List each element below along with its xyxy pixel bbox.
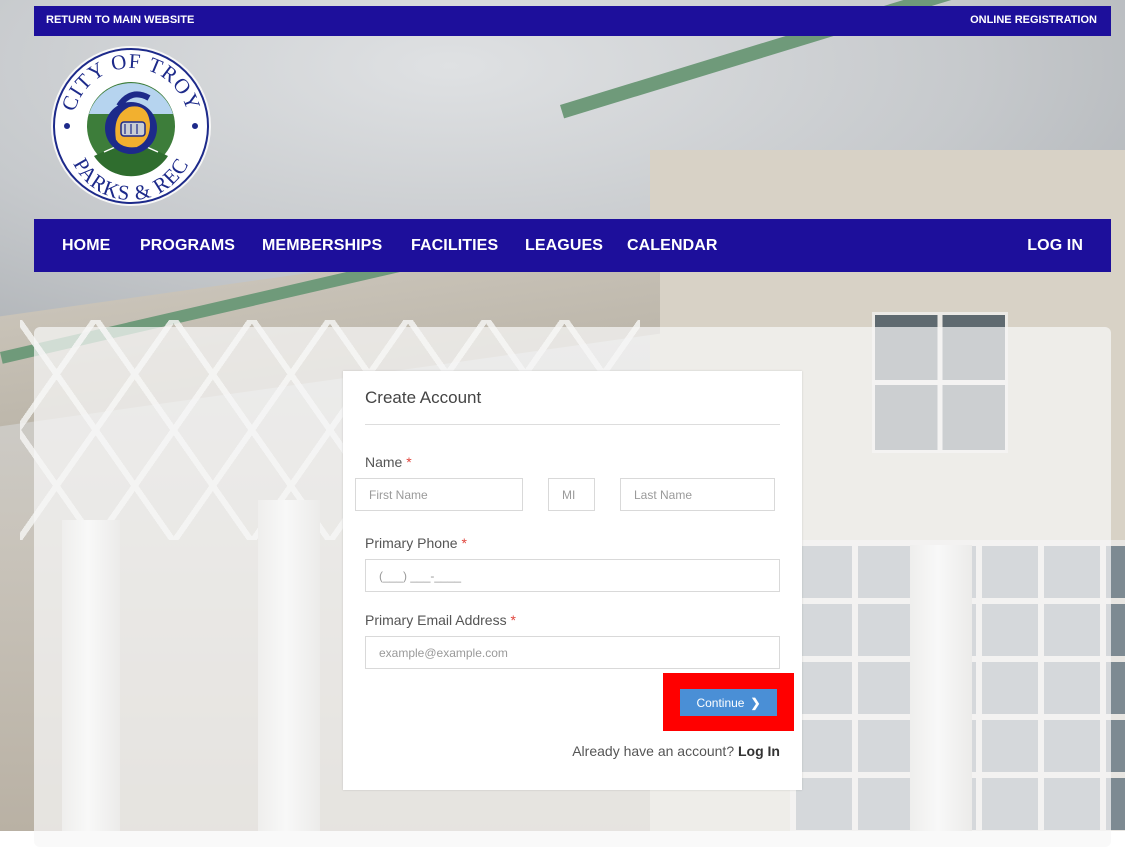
required-mark: * [461, 535, 467, 551]
middle-initial-input[interactable] [548, 478, 595, 511]
city-of-troy-parks-logo[interactable]: CITY OF TROY PARKS & REC [49, 44, 213, 208]
continue-highlight-box: Continue ❯ [663, 673, 794, 731]
phone-label: Primary Phone * [365, 535, 467, 551]
last-name-input[interactable] [620, 478, 775, 511]
required-mark: * [406, 454, 412, 470]
return-to-main-website-link[interactable]: RETURN TO MAIN WEBSITE [46, 14, 194, 26]
continue-button[interactable]: Continue ❯ [680, 689, 777, 716]
top-bar: RETURN TO MAIN WEBSITE ONLINE REGISTRATI… [34, 6, 1111, 36]
nav-memberships[interactable]: MEMBERSHIPS [262, 237, 382, 255]
name-label: Name * [365, 454, 412, 470]
login-link[interactable]: Log In [738, 743, 780, 759]
name-label-text: Name [365, 454, 403, 470]
nav-login[interactable]: LOG IN [1027, 237, 1083, 255]
first-name-input[interactable] [355, 478, 523, 511]
nav-leagues[interactable]: LEAGUES [525, 237, 603, 255]
email-input[interactable] [365, 636, 780, 669]
online-registration-link[interactable]: ONLINE REGISTRATION [970, 14, 1097, 26]
email-label: Primary Email Address * [365, 612, 516, 628]
title-divider [365, 424, 780, 425]
phone-label-text: Primary Phone [365, 535, 458, 551]
main-nav: HOME PROGRAMS MEMBERSHIPS FACILITIES LEA… [34, 219, 1111, 272]
already-text: Already have an account? [572, 743, 735, 759]
create-account-card: Create Account Name * Primary Phone * Pr… [343, 371, 802, 790]
chevron-right-icon: ❯ [750, 695, 761, 710]
required-mark: * [510, 612, 516, 628]
nav-programs[interactable]: PROGRAMS [140, 237, 235, 255]
nav-calendar[interactable]: CALENDAR [627, 237, 718, 255]
nav-home[interactable]: HOME [62, 237, 110, 255]
already-have-account: Already have an account? Log In [572, 743, 780, 759]
phone-input[interactable] [365, 559, 780, 592]
form-title: Create Account [365, 388, 482, 407]
nav-facilities[interactable]: FACILITIES [411, 237, 498, 255]
email-label-text: Primary Email Address [365, 612, 507, 628]
trojan-helmet-icon: CITY OF TROY PARKS & REC [51, 46, 211, 206]
continue-label: Continue [696, 695, 745, 710]
